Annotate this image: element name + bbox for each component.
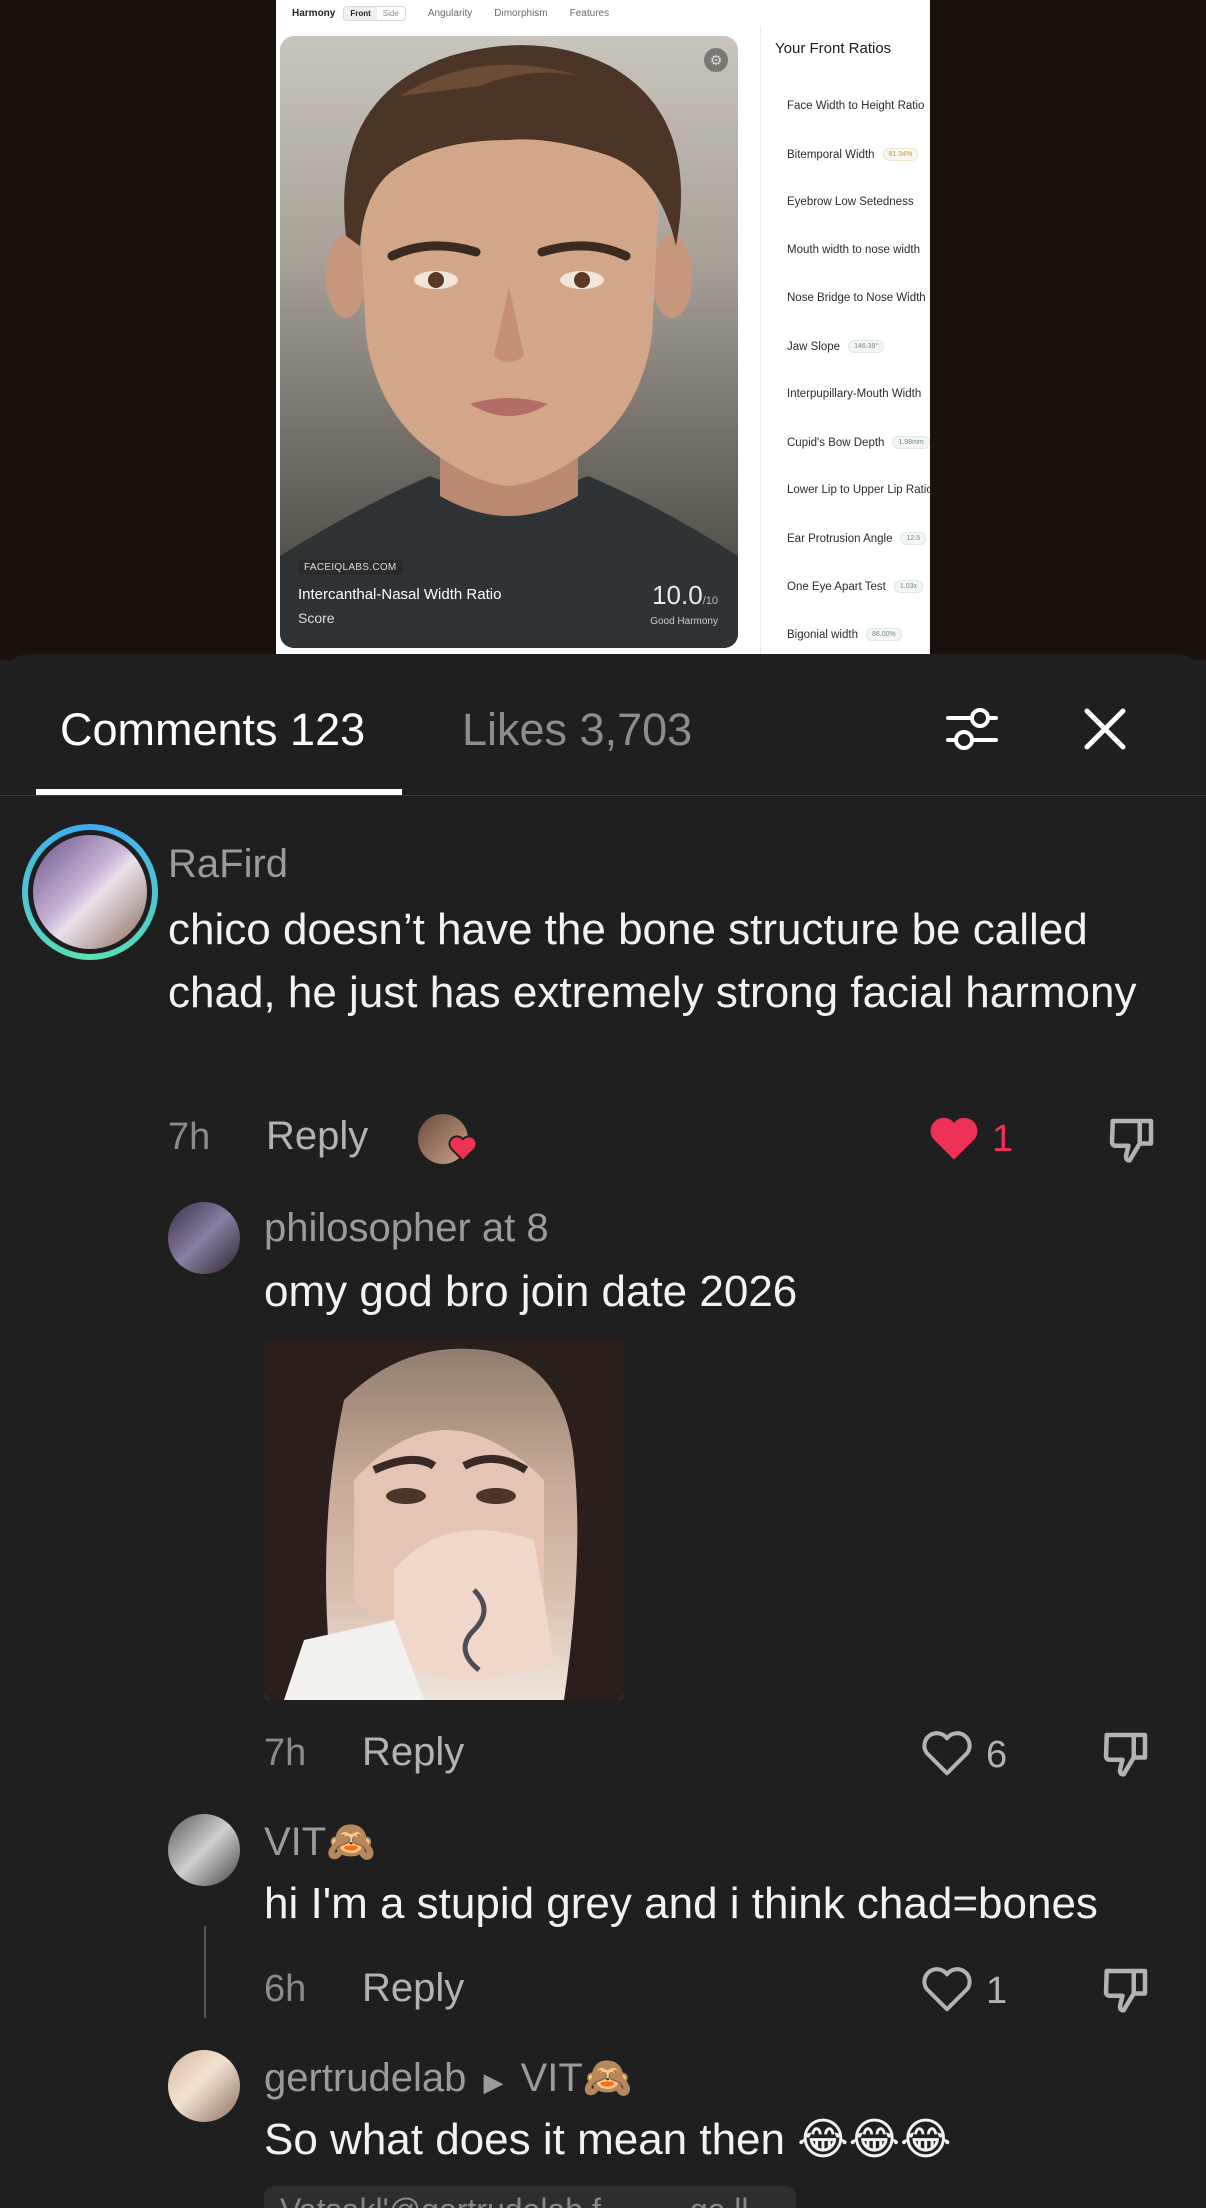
score-number: 10.0 <box>652 580 703 610</box>
ratio-item: Mouth width to nose width <box>787 244 920 256</box>
comment-username[interactable]: VIT🙈 <box>264 1818 376 1865</box>
ratio-label: Bitemporal Width <box>787 148 875 161</box>
see-no-evil-monkey-icon: 🙈 <box>326 1819 377 1865</box>
avatar[interactable] <box>168 2050 240 2122</box>
ratio-item: Jaw Slope 146.39° <box>787 340 885 353</box>
tab-harmony: Harmony <box>292 7 336 19</box>
toggle-side: Side <box>382 8 399 18</box>
front-ratios-panel: Your Front Ratios Face Width to Height R… <box>760 26 930 654</box>
active-tab-indicator <box>36 789 402 795</box>
embedded-screenshot: Harmony Front Side Angularity Dimorphism… <box>276 0 930 654</box>
gear-icon[interactable]: ⚙ <box>704 48 728 72</box>
reply-to-username[interactable]: VIT <box>521 2056 583 2100</box>
sliders-icon[interactable] <box>941 698 1003 760</box>
sheet-header: Comments 123 Likes 3,703 <box>0 654 1206 796</box>
ratio-label: Nose Bridge to Nose Width <box>787 292 926 304</box>
thread-line <box>204 1926 206 2018</box>
heart-outline-icon[interactable] <box>920 1964 974 2014</box>
ratio-item: Cupid's Bow Depth 1.98mm <box>787 436 930 449</box>
tab-likes[interactable]: Likes 3,703 <box>462 704 692 756</box>
ratio-pill: 1.03x <box>893 580 923 593</box>
reply-button[interactable]: Reply <box>266 1114 368 1159</box>
quoted-reply-bubble: Vatsakl'@gertrudelab f_____ge ll <box>264 2186 796 2208</box>
ratio-label: Ear Protrusion Angle <box>787 532 893 545</box>
heart-outline-icon[interactable] <box>920 1728 974 1778</box>
avatar[interactable] <box>168 1814 240 1886</box>
comment-username[interactable]: gertrudelab ▶ VIT🙈 <box>264 2054 633 2101</box>
ratio-item: Lower Lip to Upper Lip Ratio <box>787 484 930 496</box>
ratio-item: Bigonial width 86.00% <box>787 628 902 641</box>
site-watermark: FACEIQLABS.COM <box>298 560 403 575</box>
avatar[interactable] <box>22 824 158 960</box>
heart-icon[interactable] <box>928 1114 980 1162</box>
ratio-item: Face Width to Height Ratio <box>787 100 924 112</box>
see-no-evil-monkey-icon: 🙈 <box>582 2055 633 2101</box>
tab-features: Features <box>569 7 610 19</box>
comment-text: chico doesn’t have the bone structure be… <box>168 905 1137 1017</box>
tab-dimorphism: Dimorphism <box>494 7 548 19</box>
dislike-icon[interactable] <box>1100 1962 1154 2016</box>
ratio-pill: 146.39° <box>848 340 885 353</box>
metric-name: Intercanthal-Nasal Width Ratio <box>298 586 502 603</box>
ratio-label: Cupid's Bow Depth <box>787 436 885 449</box>
tab-angularity: Angularity <box>427 7 473 19</box>
ratio-item: One Eye Apart Test 1.03x <box>787 580 923 593</box>
score-value: 10.0/10 <box>652 580 718 611</box>
username-text: gertrudelab <box>264 2056 467 2100</box>
ratio-item: Nose Bridge to Nose Width <box>787 292 926 304</box>
ratio-label: Eyebrow Low Setedness <box>787 196 914 208</box>
tab-comments[interactable]: Comments 123 <box>60 704 365 756</box>
face-illustration <box>280 45 738 648</box>
ratio-item: Ear Protrusion Angle 12.5 <box>787 532 927 545</box>
ratio-label: Jaw Slope <box>787 340 841 353</box>
ratio-label: One Eye Apart Test <box>787 580 886 593</box>
ratio-pill: 86.00% <box>865 628 902 641</box>
toggle-front: Front <box>344 6 377 20</box>
ratio-pill: 81.34% <box>882 148 919 161</box>
avatar[interactable] <box>168 1202 240 1274</box>
ratio-label: Bigonial width <box>787 628 858 641</box>
comment-text: So what does it mean then 😂😂😂 <box>264 2115 952 2164</box>
analysis-tabs: Harmony Front Side Angularity Dimorphism… <box>276 0 930 26</box>
dislike-icon[interactable] <box>1100 1726 1154 1780</box>
ratio-pill: 1.98mm <box>892 436 930 449</box>
reaction-image-illustration <box>264 1340 624 1700</box>
reply-button[interactable]: Reply <box>362 1730 464 1775</box>
video-player[interactable]: Harmony Front Side Angularity Dimorphism… <box>0 0 1206 660</box>
ratios-title: Your Front Ratios <box>775 40 892 57</box>
comment-time: 6h <box>264 1968 307 2010</box>
reaction-image[interactable] <box>264 1340 624 1700</box>
reply-button[interactable]: Reply <box>362 1966 464 2011</box>
comment-time: 7h <box>264 1732 307 1774</box>
ratio-label: Face Width to Height Ratio <box>787 100 925 112</box>
dislike-icon[interactable] <box>1106 1112 1160 1166</box>
like-count: 6 <box>986 1734 1008 1776</box>
comment-username[interactable]: RaFird <box>168 842 288 887</box>
ratio-label: Mouth width to nose width <box>787 244 920 256</box>
ratio-item: Eyebrow Low Setedness <box>787 196 914 208</box>
like-count: 1 <box>986 1970 1008 2012</box>
ratio-item: Interpupillary-Mouth Width <box>787 388 921 400</box>
front-side-toggle: Front Side <box>343 5 406 21</box>
heart-badge-icon <box>448 1135 478 1162</box>
comment-text: omy god bro join date 2026 <box>264 1267 798 1316</box>
harmony-label: Good Harmony <box>650 616 718 627</box>
score-max: /10 <box>702 595 718 607</box>
username-text: VIT <box>264 1820 327 1864</box>
face-photo-card: ⚙ FACEIQLABS.COM Intercanthal-Nasal Widt… <box>280 36 738 648</box>
ratio-pill: 12.5 <box>900 532 927 545</box>
close-icon[interactable] <box>1074 698 1136 760</box>
score-label: Score <box>298 610 335 626</box>
comment-time: 7h <box>168 1116 211 1158</box>
ratio-label: Lower Lip to Upper Lip Ratio <box>787 484 930 496</box>
ratio-item: Bitemporal Width 81.34% <box>787 148 919 161</box>
comment-text: hi I'm a stupid grey and i think chad=bo… <box>264 1879 1098 1928</box>
like-count: 1 <box>992 1118 1014 1160</box>
comment-username[interactable]: philosopher at 8 <box>264 1206 549 1251</box>
reply-arrow-icon: ▶ <box>483 2067 504 2097</box>
ratio-label: Interpupillary-Mouth Width <box>787 388 922 400</box>
